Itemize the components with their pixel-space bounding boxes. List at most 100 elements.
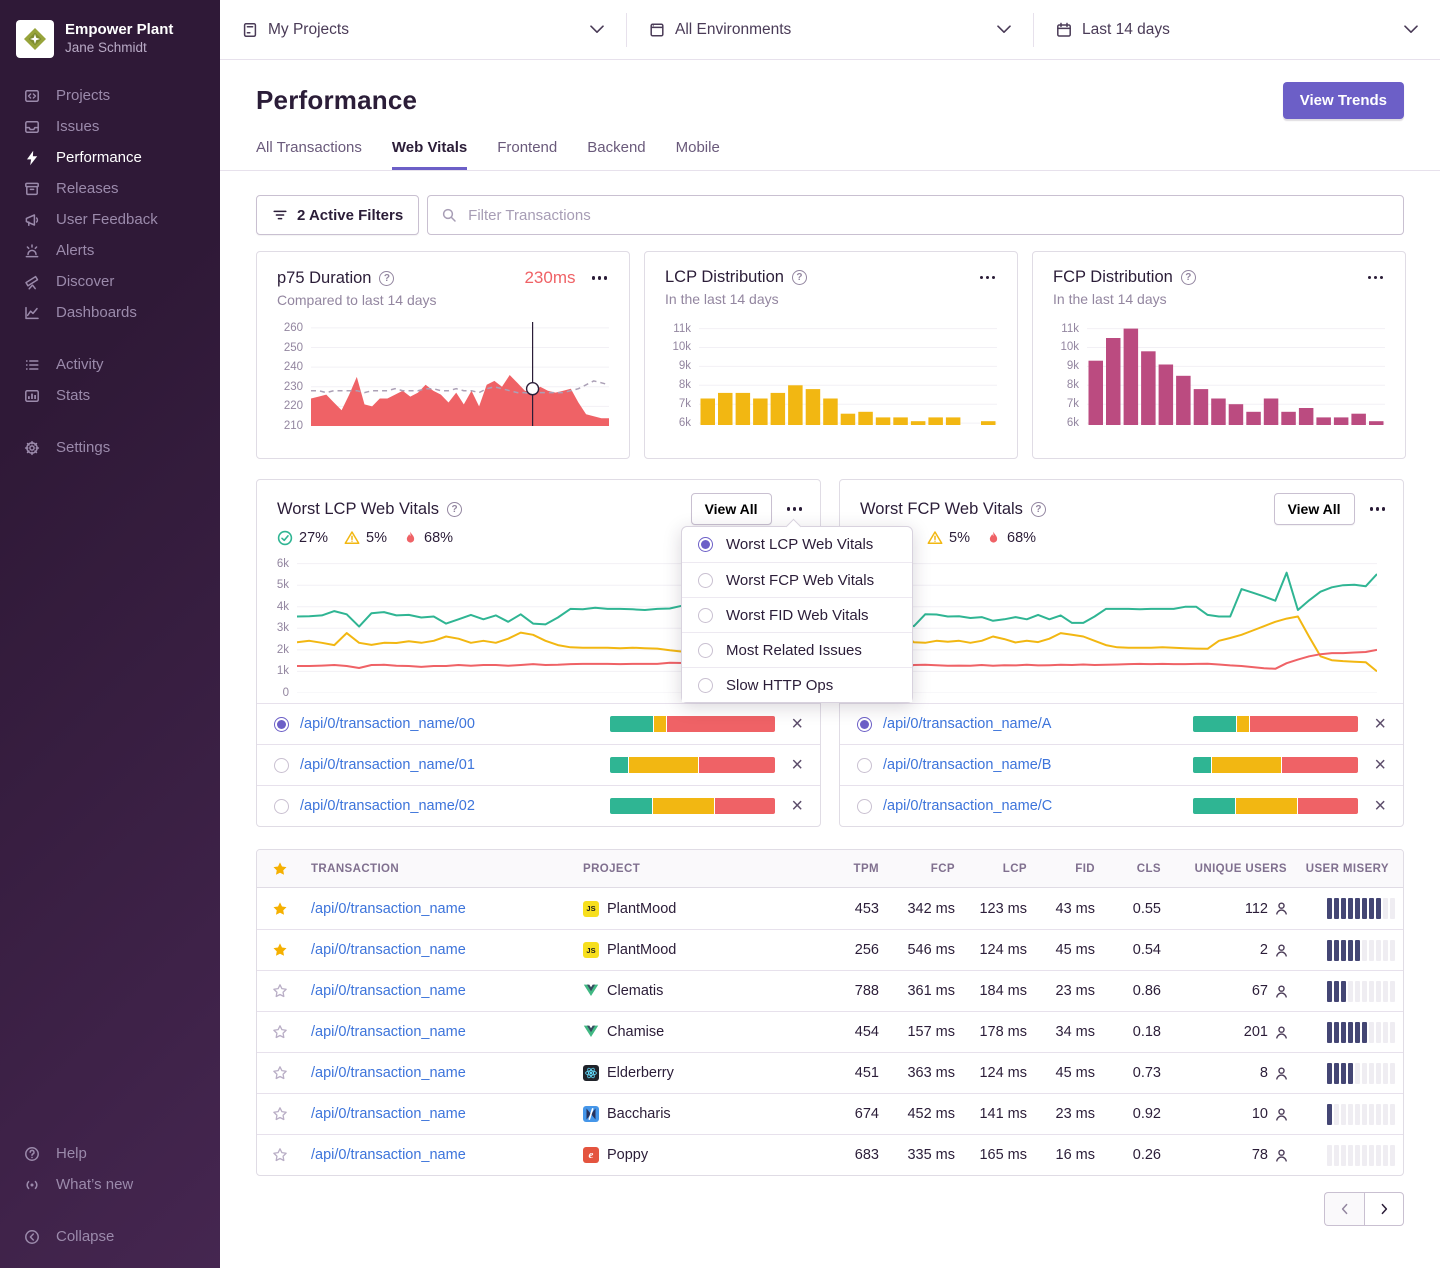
fcp-distribution-chart[interactable] [1087, 321, 1385, 425]
view-all-button[interactable]: View All [1274, 493, 1355, 525]
menu-item-slow-http-ops[interactable]: Slow HTTP Ops [682, 667, 912, 702]
picker-all-environments[interactable]: All Environments [627, 0, 1033, 59]
radio-button[interactable] [698, 608, 713, 623]
view-trends-button[interactable]: View Trends [1283, 82, 1404, 119]
help-icon[interactable]: ? [792, 270, 807, 285]
transaction-link[interactable]: /api/0/transaction_name/B [883, 757, 1051, 773]
transaction-link[interactable]: /api/0/transaction_name [311, 983, 466, 999]
star-outline-icon[interactable] [272, 1024, 288, 1040]
col-tpm[interactable]: TPM [823, 863, 887, 875]
col-fcp[interactable]: FCP [887, 863, 963, 875]
col-unique-users[interactable]: UNIQUE USERS [1169, 863, 1297, 875]
sidebar-item-issues[interactable]: Issues [0, 111, 220, 142]
tab-frontend[interactable]: Frontend [497, 139, 557, 170]
sidebar-item-alerts[interactable]: Alerts [0, 235, 220, 266]
sidebar-item-releases[interactable]: Releases [0, 173, 220, 204]
radio-button[interactable] [857, 799, 872, 814]
close-icon[interactable]: × [1374, 714, 1386, 734]
project-cell[interactable]: Baccharis [575, 1106, 823, 1122]
more-options-icon[interactable] [978, 272, 998, 284]
radio-button[interactable] [698, 537, 713, 552]
transaction-link[interactable]: /api/0/transaction_name/A [883, 716, 1051, 732]
transaction-link[interactable]: /api/0/transaction_name [311, 1065, 466, 1081]
sidebar-item-collapse[interactable]: Collapse [0, 1221, 220, 1252]
col-user-misery[interactable]: USER MISERY [1297, 863, 1403, 875]
transaction-link[interactable]: /api/0/transaction_name [311, 942, 466, 958]
project-cell[interactable]: JSPlantMood [575, 942, 823, 958]
more-options-icon[interactable] [1366, 272, 1386, 284]
worst-fcp-chart[interactable] [880, 555, 1377, 693]
menu-item-worst-fid-web-vitals[interactable]: Worst FID Web Vitals [682, 597, 912, 632]
search-box[interactable] [427, 195, 1404, 235]
search-input[interactable] [466, 206, 1390, 225]
radio-button[interactable] [698, 643, 713, 658]
close-icon[interactable]: × [1374, 755, 1386, 775]
more-options-icon[interactable] [785, 503, 805, 515]
sidebar-item-dashboards[interactable]: Dashboards [0, 297, 220, 328]
col-fid[interactable]: FID [1035, 863, 1103, 875]
active-filters-button[interactable]: 2 Active Filters [256, 195, 419, 235]
sidebar-item-help[interactable]: Help [0, 1138, 220, 1169]
help-icon[interactable]: ? [1031, 502, 1046, 517]
sidebar-item-performance[interactable]: Performance [0, 142, 220, 173]
transaction-link[interactable]: /api/0/transaction_name/C [883, 798, 1052, 814]
help-icon[interactable]: ? [447, 502, 462, 517]
menu-item-worst-lcp-web-vitals[interactable]: Worst LCP Web Vitals [682, 527, 912, 562]
col-cls[interactable]: CLS [1103, 863, 1169, 875]
tab-backend[interactable]: Backend [587, 139, 645, 170]
radio-button[interactable] [274, 799, 289, 814]
star-icon[interactable] [272, 861, 288, 877]
project-cell[interactable]: JSPlantMood [575, 901, 823, 917]
sidebar-item-what-s-new[interactable]: What’s new [0, 1169, 220, 1200]
org-header[interactable]: Empower Plant Jane Schmidt [0, 12, 220, 80]
picker-my-projects[interactable]: My Projects [220, 0, 626, 59]
sidebar-item-user-feedback[interactable]: User Feedback [0, 204, 220, 235]
radio-button[interactable] [857, 717, 872, 732]
sidebar-item-settings[interactable]: Settings [0, 432, 220, 463]
transaction-link[interactable]: /api/0/transaction_name/02 [300, 798, 475, 814]
next-page-button[interactable] [1364, 1192, 1404, 1226]
help-icon[interactable]: ? [1181, 270, 1196, 285]
project-cell[interactable]: Chamise [575, 1024, 823, 1040]
lcp-distribution-chart[interactable] [699, 321, 997, 425]
star-outline-icon[interactable] [272, 983, 288, 999]
close-icon[interactable]: × [791, 714, 803, 734]
star-outline-icon[interactable] [272, 1147, 288, 1163]
project-cell[interactable]: Elderberry [575, 1065, 823, 1081]
col-project[interactable]: PROJECT [575, 863, 823, 875]
tab-mobile[interactable]: Mobile [676, 139, 720, 170]
col-transaction[interactable]: TRANSACTION [303, 863, 575, 875]
tab-web-vitals[interactable]: Web Vitals [392, 139, 467, 170]
sidebar-item-discover[interactable]: Discover [0, 266, 220, 297]
menu-item-most-related-issues[interactable]: Most Related Issues [682, 632, 912, 667]
col-lcp[interactable]: LCP [963, 863, 1035, 875]
picker-last-14-days[interactable]: Last 14 days [1034, 0, 1440, 59]
more-options-icon[interactable] [1368, 503, 1388, 515]
help-icon[interactable]: ? [379, 271, 394, 286]
tab-all-transactions[interactable]: All Transactions [256, 139, 362, 170]
previous-page-button[interactable] [1324, 1192, 1364, 1226]
menu-item-worst-fcp-web-vitals[interactable]: Worst FCP Web Vitals [682, 562, 912, 597]
project-cell[interactable]: ePoppy [575, 1147, 823, 1163]
project-cell[interactable]: Clematis [575, 983, 823, 999]
sidebar-item-projects[interactable]: Projects [0, 80, 220, 111]
radio-button[interactable] [857, 758, 872, 773]
radio-button[interactable] [698, 573, 713, 588]
star-outline-icon[interactable] [272, 1065, 288, 1081]
transaction-link[interactable]: /api/0/transaction_name [311, 1106, 466, 1122]
transaction-link[interactable]: /api/0/transaction_name [311, 1024, 466, 1040]
transaction-link[interactable]: /api/0/transaction_name [311, 1147, 466, 1163]
transaction-link[interactable]: /api/0/transaction_name/00 [300, 716, 475, 732]
sidebar-item-stats[interactable]: Stats [0, 380, 220, 411]
radio-button[interactable] [274, 717, 289, 732]
star-icon[interactable] [272, 901, 288, 917]
more-options-icon[interactable] [590, 272, 610, 284]
transaction-link[interactable]: /api/0/transaction_name/01 [300, 757, 475, 773]
close-icon[interactable]: × [791, 796, 803, 816]
close-icon[interactable]: × [1374, 796, 1386, 816]
close-icon[interactable]: × [791, 755, 803, 775]
star-outline-icon[interactable] [272, 1106, 288, 1122]
sidebar-item-activity[interactable]: Activity [0, 349, 220, 380]
p75-duration-chart[interactable] [311, 322, 609, 426]
star-icon[interactable] [272, 942, 288, 958]
